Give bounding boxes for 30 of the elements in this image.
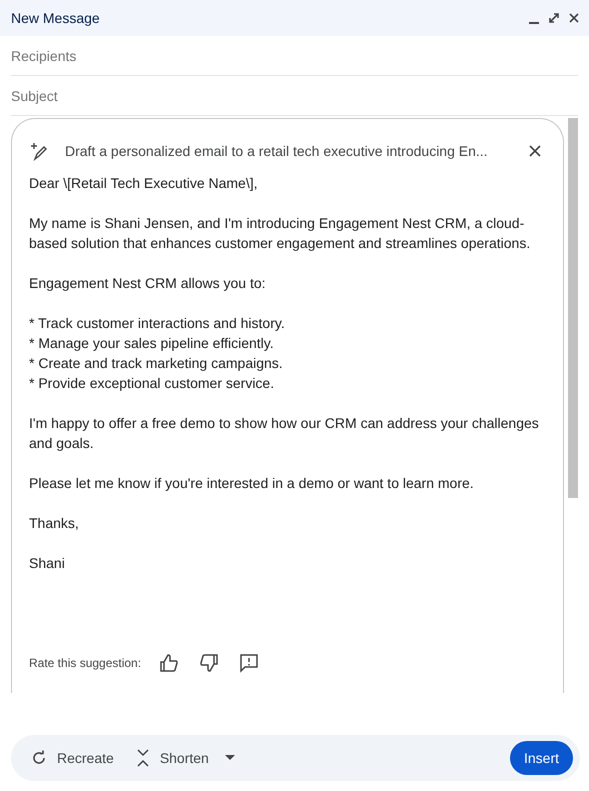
body-text: * Track customer interactions and history. bbox=[29, 314, 286, 333]
input-field[interactable]: Recipients bbox=[11, 36, 578, 76]
rating-label: Rate this suggestion: bbox=[29, 655, 142, 672]
scrollbar[interactable] bbox=[568, 118, 578, 498]
body-text: Engagement Nest CRM allows you to: bbox=[29, 274, 267, 293]
body-text: Shani bbox=[29, 554, 66, 573]
body-text: * Manage your sales pipeline efficiently. bbox=[29, 334, 275, 353]
body-text: Dear \[Retail Tech Executive Name\], bbox=[29, 174, 259, 193]
thumbs-down-icon[interactable] bbox=[199, 653, 220, 673]
expand-icon[interactable] bbox=[547, 11, 561, 25]
body-text: * Provide exceptional customer service. bbox=[29, 374, 276, 393]
shorten-dropdown[interactable]: Shorten bbox=[136, 748, 235, 768]
body-text: Please let me know if you're interested in a demo or want to learn more. bbox=[29, 474, 475, 493]
input-field[interactable]: Subject bbox=[11, 76, 578, 116]
window-title: New Message bbox=[11, 8, 100, 28]
collapse-arrows-icon bbox=[136, 749, 150, 767]
thumbs-up-icon[interactable] bbox=[159, 653, 180, 673]
report-icon[interactable] bbox=[239, 653, 260, 673]
prompt-text: Draft a personalized email to a retail tech executive introducing En... bbox=[65, 142, 488, 161]
body-text: I'm happy to offer a free demo to show how our CRM can address your challenges and goals. bbox=[29, 414, 539, 453]
body-text: My name is Shani Jensen, and I'm introducing Engagement Nest CRM, a cloud-based solution that enhances customer engagement and streamlines operations. bbox=[29, 214, 532, 253]
caret-icon bbox=[224, 755, 235, 761]
insert-button[interactable]: Insert bbox=[510, 741, 573, 775]
close-icon[interactable] bbox=[529, 145, 541, 157]
refresh-icon bbox=[31, 750, 47, 766]
recreate-button[interactable]: Recreate bbox=[31, 748, 114, 768]
body-text: Thanks, bbox=[29, 514, 80, 533]
body-text: * Create and track marketing campaigns. bbox=[29, 354, 284, 373]
close-icon[interactable] bbox=[567, 11, 581, 25]
pen-sparkle-icon bbox=[29, 141, 49, 161]
